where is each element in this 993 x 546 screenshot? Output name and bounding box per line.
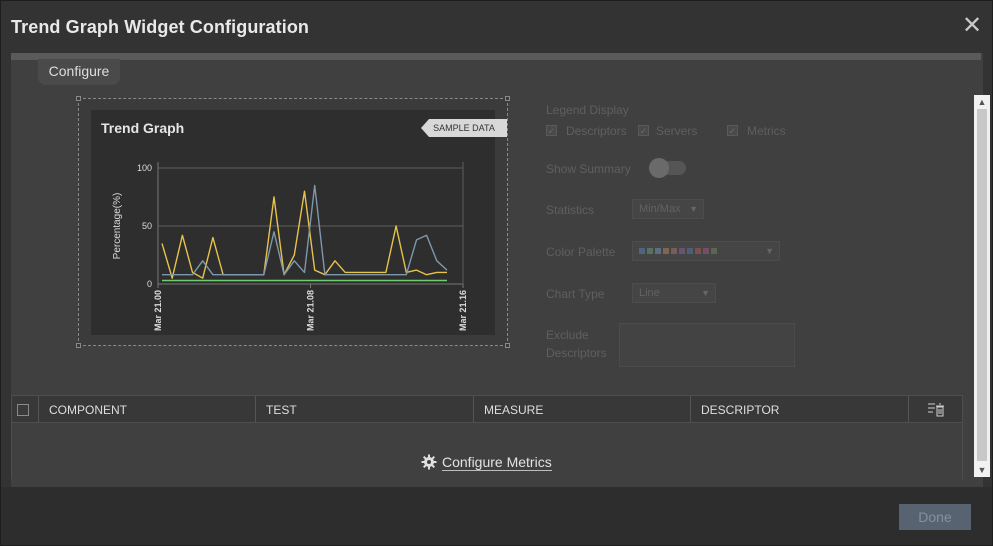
palette-swatch xyxy=(655,248,661,255)
close-icon[interactable]: ✕ xyxy=(961,14,983,38)
chevron-down-icon: ▼ xyxy=(701,288,710,298)
exclude-descriptors-label-line1: Exclude xyxy=(546,328,589,342)
vertical-scrollbar[interactable]: ▲ ▼ xyxy=(974,95,990,477)
palette-swatch xyxy=(695,248,701,255)
descriptors-checkbox[interactable]: ✓ xyxy=(546,125,557,136)
statistics-select[interactable]: Min/Max ▼ xyxy=(632,199,704,219)
chevron-down-icon: ▼ xyxy=(689,204,698,214)
palette-swatch xyxy=(663,248,669,255)
done-button[interactable]: Done xyxy=(899,504,971,530)
color-palette-label: Color Palette xyxy=(546,245,616,259)
trend-graph-card: Trend Graph SAMPLE DATA Percentage(%) 0 50… xyxy=(91,110,507,335)
column-header-component[interactable]: COMPONENT xyxy=(39,396,256,422)
column-header-descriptor[interactable]: DESCRIPTOR xyxy=(691,396,909,422)
dialog-title: Trend Graph Widget Configuration xyxy=(11,17,310,37)
chart-type-label: Chart Type xyxy=(546,287,605,301)
y-tick-label: 100 xyxy=(137,163,152,173)
palette-swatch xyxy=(687,248,693,255)
tab-configure[interactable]: Configure xyxy=(38,59,120,85)
palette-swatch xyxy=(711,248,717,255)
dialog-footer: Done xyxy=(1,487,992,545)
exclude-descriptors-label-line2: Descriptors xyxy=(546,346,607,360)
x-tick-label: Mar 21.16 xyxy=(458,290,468,331)
chart-type-value: Line xyxy=(639,287,660,299)
resize-handle[interactable] xyxy=(76,96,81,101)
dialog-body: Configure Trend Graph SAMPLE DATA Percen… xyxy=(11,53,990,487)
chevron-down-icon: ▼ xyxy=(765,246,774,256)
scrollbar-thumb[interactable] xyxy=(977,109,987,461)
resize-handle[interactable] xyxy=(505,96,510,101)
column-header-test[interactable]: TEST xyxy=(256,396,474,422)
palette-swatches xyxy=(639,245,719,257)
configure-metrics-link[interactable]: Configure Metrics xyxy=(421,454,552,474)
y-tick-label: 50 xyxy=(142,221,152,231)
scroll-up-icon[interactable]: ▲ xyxy=(974,95,990,109)
select-all-checkbox[interactable] xyxy=(17,404,29,416)
configure-metrics-text: Configure Metrics xyxy=(442,454,552,471)
show-summary-label: Show Summary xyxy=(546,162,631,176)
palette-swatch xyxy=(647,248,653,255)
color-palette-select[interactable]: ▼ xyxy=(632,241,780,261)
resize-handle[interactable] xyxy=(76,343,81,348)
scroll-down-icon[interactable]: ▼ xyxy=(974,463,990,477)
display-options-panel: Legend Display ✓ Descriptors ✓ Servers ✓… xyxy=(546,101,966,401)
select-all-cell xyxy=(12,396,39,422)
metrics-grid-header: COMPONENT TEST MEASURE DESCRIPTOR xyxy=(11,395,963,423)
exclude-descriptors-field[interactable] xyxy=(619,323,795,367)
y-axis-label: Percentage(%) xyxy=(112,193,123,260)
widget-config-dialog: Trend Graph Widget Configuration ✕ Confi… xyxy=(0,0,993,546)
statistics-value: Min/Max xyxy=(639,203,681,215)
palette-swatch xyxy=(679,248,685,255)
dialog-titlebar: Trend Graph Widget Configuration ✕ xyxy=(1,1,992,55)
statistics-label: Statistics xyxy=(546,203,595,217)
y-tick-label: 0 xyxy=(147,279,152,289)
tab-strip xyxy=(11,53,981,60)
resize-handle[interactable] xyxy=(505,343,510,348)
palette-swatch xyxy=(671,248,677,255)
column-header-measure[interactable]: MEASURE xyxy=(474,396,691,422)
delete-list-icon[interactable] xyxy=(927,402,947,418)
palette-swatch xyxy=(703,248,709,255)
metrics-checkbox[interactable]: ✓ xyxy=(727,125,738,136)
chart-type-select[interactable]: Line ▼ xyxy=(632,283,716,303)
delete-all-cell xyxy=(909,396,962,422)
palette-swatch xyxy=(639,248,645,255)
show-summary-toggle[interactable] xyxy=(649,158,686,178)
gear-icon xyxy=(421,454,437,470)
legend-display-label: Legend Display xyxy=(546,103,629,117)
chart-preview-frame: Trend Graph SAMPLE DATA Percentage(%) 0 50… xyxy=(76,96,510,348)
servers-label: Servers xyxy=(656,124,698,138)
x-tick-label: Mar 21.00 xyxy=(153,290,163,331)
series-line xyxy=(161,190,447,279)
trend-line-chart: Percentage(%) 0 50 100 Mar 21.00 Mar 21.08 Mar… xyxy=(112,162,468,331)
metrics-label: Metrics xyxy=(747,124,786,138)
toggle-knob xyxy=(649,158,669,178)
servers-checkbox[interactable]: ✓ xyxy=(638,125,649,136)
descriptors-label: Descriptors xyxy=(566,124,627,138)
x-tick-label: Mar 21.08 xyxy=(306,290,316,331)
